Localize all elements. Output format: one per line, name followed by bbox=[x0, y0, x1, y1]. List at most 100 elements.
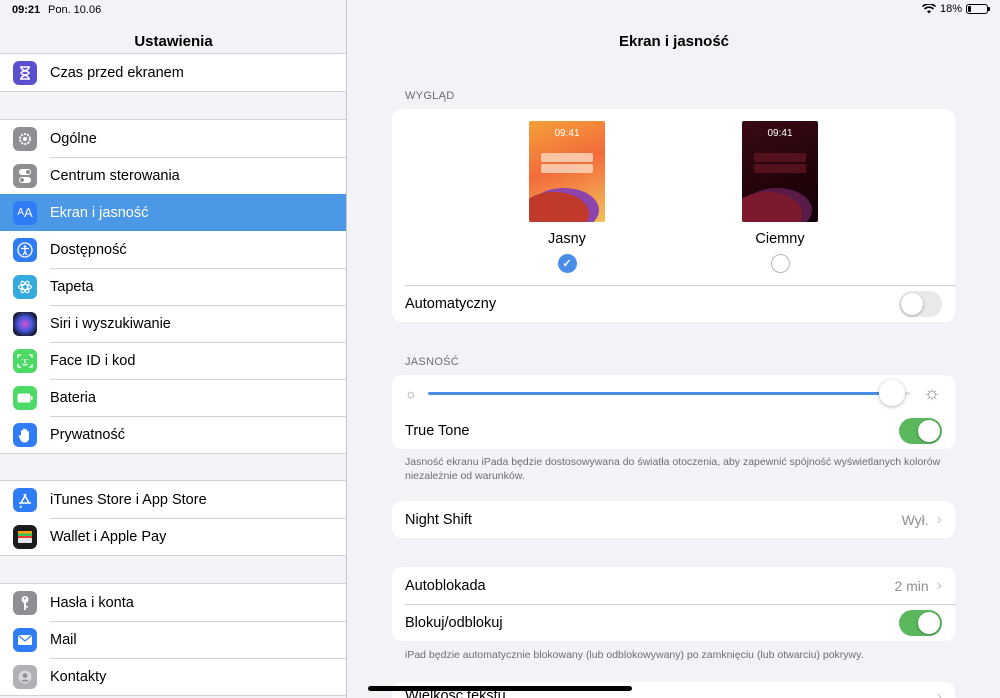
sidebar-item-wallpaper[interactable]: Tapeta bbox=[0, 268, 346, 305]
sidebar-item-label: Mail bbox=[50, 631, 77, 648]
text-size-value-wrap: › bbox=[937, 688, 942, 698]
app-store-icon bbox=[13, 487, 37, 512]
sidebar-item-label: Hasła i konta bbox=[50, 594, 134, 611]
status-time: 09:21 bbox=[12, 4, 41, 16]
sun-small-icon: ☼ bbox=[405, 386, 417, 401]
flower-icon bbox=[13, 274, 37, 299]
night-shift-value: Wył. bbox=[901, 511, 929, 528]
sidebar-item-label: Dostępność bbox=[50, 241, 127, 258]
lock-card: Autoblokada 2 min › Blokuj/odblokuj bbox=[392, 567, 955, 641]
page-title: Ekran i jasność bbox=[618, 33, 730, 50]
sidebar-item-face-id[interactable]: Face ID i kod bbox=[0, 342, 346, 379]
appearance-dark-option[interactable]: 09:41 Ciemny bbox=[725, 121, 835, 273]
appearance-card: 09:41 Jasny ✓ 09:41 Ciemny Automatyczny bbox=[392, 109, 955, 322]
lock-unlock-toggle[interactable] bbox=[899, 609, 942, 636]
mail-icon bbox=[13, 627, 37, 652]
checkmark-icon: ✓ bbox=[562, 258, 572, 270]
brightness-slider[interactable] bbox=[428, 380, 911, 406]
gear-icon bbox=[13, 126, 37, 151]
hand-icon bbox=[13, 422, 37, 447]
sidebar-group-4: Hasła i konta Mail Kontakty bbox=[0, 583, 346, 696]
sidebar-item-accessibility[interactable]: Dostępność bbox=[0, 231, 346, 268]
toggle-knob bbox=[918, 419, 940, 442]
preview-notification-bar bbox=[754, 153, 806, 162]
dark-mode-preview: 09:41 bbox=[742, 121, 818, 222]
settings-sidebar: Ustawienia Czas przed ekranem Ogólne Cen… bbox=[0, 0, 347, 698]
sidebar-item-siri[interactable]: Siri i wyszukiwanie bbox=[0, 305, 346, 342]
battery-fill bbox=[968, 6, 972, 12]
slider-thumb[interactable] bbox=[878, 380, 905, 406]
key-icon bbox=[13, 590, 37, 615]
sidebar-item-label: Ekran i jasność bbox=[50, 204, 149, 221]
wifi-icon bbox=[921, 4, 936, 14]
toggle-knob bbox=[918, 611, 940, 634]
sidebar-item-label: Kontakty bbox=[50, 668, 107, 685]
wallpaper-shape bbox=[742, 192, 802, 222]
sidebar-item-label: Face ID i kod bbox=[50, 352, 136, 369]
text-size-icon: AA bbox=[13, 200, 37, 225]
sidebar-group-2: Ogólne Centrum sterowania AA Ekran i jas… bbox=[0, 119, 346, 454]
status-date: Pon. 10.06 bbox=[48, 4, 102, 16]
sidebar-item-battery[interactable]: Bateria bbox=[0, 379, 346, 416]
chevron-right-icon: › bbox=[936, 688, 942, 698]
sidebar-item-wallet[interactable]: Wallet i Apple Pay bbox=[0, 518, 346, 555]
sidebar-item-contacts[interactable]: Kontakty bbox=[0, 658, 346, 695]
preview-notification-bar bbox=[754, 164, 806, 173]
lock-unlock-label: Blokuj/odblokuj bbox=[405, 614, 503, 631]
night-shift-row[interactable]: Night Shift Wył. › bbox=[392, 501, 955, 538]
siri-icon bbox=[13, 311, 37, 336]
appearance-section-header: WYGLĄD bbox=[405, 90, 455, 102]
sidebar-item-label: Czas przed ekranem bbox=[50, 64, 184, 81]
sidebar-item-label: Bateria bbox=[50, 389, 96, 406]
preview-notification-bar bbox=[541, 164, 593, 173]
autolock-row[interactable]: Autoblokada 2 min › bbox=[392, 567, 955, 604]
dark-preview-time: 09:41 bbox=[767, 128, 793, 139]
hourglass-icon bbox=[13, 60, 37, 85]
sidebar-item-label: Prywatność bbox=[50, 426, 125, 443]
appearance-light-option[interactable]: 09:41 Jasny ✓ bbox=[512, 121, 622, 273]
dark-mode-radio[interactable] bbox=[770, 254, 790, 273]
sidebar-item-label: Siri i wyszukiwanie bbox=[50, 315, 171, 332]
true-tone-footnote: Jasność ekranu iPada będzie dostosowywan… bbox=[405, 456, 941, 482]
sidebar-item-privacy[interactable]: Prywatność bbox=[0, 416, 346, 453]
sidebar-item-label: Wallet i Apple Pay bbox=[50, 528, 167, 545]
battery-indicator-icon bbox=[966, 4, 990, 14]
sidebar-item-general[interactable]: Ogólne bbox=[0, 120, 346, 157]
light-mode-radio[interactable]: ✓ bbox=[557, 254, 577, 273]
autolock-value-wrap: 2 min › bbox=[894, 577, 942, 595]
sidebar-item-passwords[interactable]: Hasła i konta bbox=[0, 584, 346, 621]
light-mode-label: Jasny bbox=[548, 231, 586, 247]
home-indicator[interactable] bbox=[368, 686, 632, 691]
accessibility-icon bbox=[13, 237, 37, 262]
sidebar-group-3: iTunes Store i App Store Wallet i Apple … bbox=[0, 480, 346, 556]
detail-pane: Ekran i jasność WYGLĄD 09:41 Jasny ✓ 09:… bbox=[348, 0, 1000, 698]
dark-mode-label: Ciemny bbox=[755, 231, 805, 247]
true-tone-row: True Tone bbox=[392, 412, 955, 449]
night-shift-value-wrap: Wył. › bbox=[902, 511, 942, 529]
status-right: 18% bbox=[921, 3, 990, 15]
toggle-knob bbox=[901, 292, 923, 315]
sun-large-icon: ☼ bbox=[923, 382, 941, 404]
automatic-toggle[interactable] bbox=[899, 290, 942, 317]
sidebar-item-display-brightness[interactable]: AA Ekran i jasność bbox=[0, 194, 346, 231]
wallet-icon bbox=[13, 524, 37, 549]
face-id-icon bbox=[13, 348, 37, 373]
status-bar: 09:21 Pon. 10.06 18% bbox=[0, 0, 1000, 20]
sidebar-item-app-store[interactable]: iTunes Store i App Store bbox=[0, 481, 346, 518]
brightness-card: ☼ ☼ True Tone bbox=[392, 375, 955, 449]
brightness-slider-row: ☼ ☼ bbox=[392, 375, 955, 412]
night-shift-card: Night Shift Wył. › bbox=[392, 501, 955, 538]
sidebar-item-label: Ogólne bbox=[50, 130, 97, 147]
slider-fill bbox=[428, 392, 892, 395]
automatic-appearance-row: Automatyczny bbox=[392, 285, 955, 322]
sidebar-item-label: iTunes Store i App Store bbox=[50, 491, 207, 508]
battery-icon bbox=[13, 385, 37, 410]
sidebar-item-screen-time[interactable]: Czas przed ekranem bbox=[0, 54, 346, 91]
brightness-section-header: JASNOŚĆ bbox=[405, 356, 460, 368]
sidebar-item-control-center[interactable]: Centrum sterowania bbox=[0, 157, 346, 194]
night-shift-label: Night Shift bbox=[405, 511, 472, 528]
lock-unlock-row: Blokuj/odblokuj bbox=[392, 604, 955, 641]
sidebar-item-mail[interactable]: Mail bbox=[0, 621, 346, 658]
true-tone-toggle[interactable] bbox=[899, 417, 942, 444]
preview-notification-bar bbox=[541, 153, 593, 162]
